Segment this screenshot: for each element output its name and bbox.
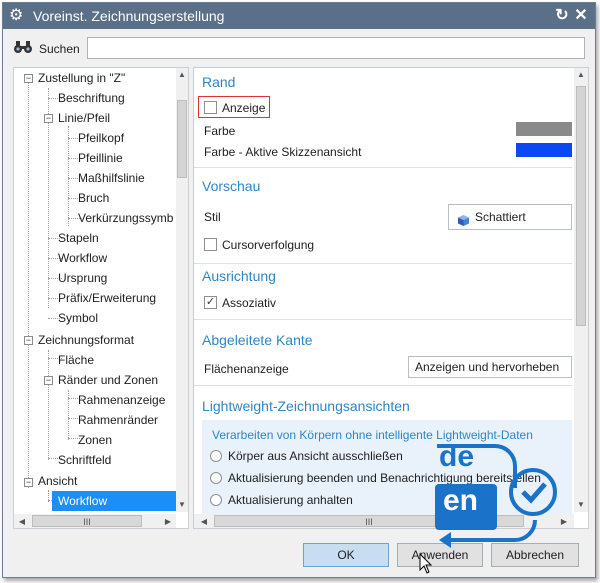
tree-item[interactable]: Zeichnungsformat [38, 330, 134, 350]
tree-item[interactable]: Fläche [58, 350, 94, 370]
search-label: Suchen [39, 42, 80, 56]
section-heading: Lightweight-Zeichnungsansichten [202, 398, 410, 414]
tree-item[interactable]: Zustellung in "Z" [38, 68, 125, 88]
radio-option[interactable] [210, 472, 222, 484]
tree-vertical-scrollbar[interactable]: ▲ ▼ [176, 68, 188, 512]
scroll-up-icon[interactable]: ▲ [176, 70, 188, 79]
flaechenanzeige-label: Flächenanzeige [204, 362, 289, 376]
gear-icon: ⚙ [9, 7, 24, 24]
radio-option[interactable] [210, 450, 222, 462]
section-abgeleitete-kante: Abgeleitete Kante Flächenanzeige Anzeige… [194, 324, 572, 386]
tree-item[interactable]: Pfeillinie [78, 148, 123, 168]
scroll-down-icon[interactable]: ▼ [575, 500, 587, 509]
tree-item[interactable]: Linie/Pfeil [58, 108, 110, 128]
radio-option-label: Aktualisierung anhalten [228, 493, 353, 507]
section-rand: Rand Anzeige Farbe Farbe - Aktive Skizze… [194, 68, 572, 168]
settings-vertical-scrollbar[interactable]: ▲ ▼ [574, 68, 588, 512]
anzeige-checkbox[interactable] [204, 101, 217, 114]
tree-item[interactable]: Workflow [58, 248, 107, 268]
scroll-thumb[interactable] [576, 86, 586, 326]
collapse-toggle[interactable]: − [24, 336, 33, 345]
anzeige-label: Anzeige [222, 101, 266, 115]
mouse-cursor-icon [419, 552, 433, 578]
scroll-left-icon[interactable]: ◀ [198, 517, 210, 526]
section-heading: Abgeleitete Kante [202, 332, 313, 348]
tree-item-selected[interactable]: Workflow [52, 491, 176, 511]
farbe-label: Farbe [204, 124, 236, 138]
scroll-down-icon[interactable]: ▼ [176, 500, 188, 509]
collapse-toggle[interactable]: − [44, 114, 53, 123]
tree-item[interactable]: Verkürzungssymb [78, 208, 173, 228]
flaechenanzeige-dropdown[interactable]: Anzeigen und hervorheben [408, 356, 572, 378]
tree-item[interactable]: Beschriftung [58, 88, 125, 108]
binoculars-icon [13, 40, 33, 57]
close-icon[interactable]: ✕ [572, 6, 590, 26]
tree-item[interactable]: Zonen [78, 430, 112, 450]
section-heading: Ausrichtung [202, 268, 276, 284]
section-heading: Vorschau [202, 178, 261, 194]
assoziativ-label: Assoziativ [222, 296, 277, 310]
tree-item[interactable]: Ränder und Zonen [58, 370, 158, 390]
farbe-aktiv-color-swatch[interactable] [516, 143, 572, 157]
reset-icon[interactable]: ↻ [553, 6, 571, 26]
tree-item[interactable]: Maßhilfslinie [78, 168, 145, 188]
tree-item[interactable]: Ursprung [58, 268, 107, 288]
radio-option-label: Körper aus Ansicht ausschließen [228, 449, 403, 463]
cursorverfolgung-label: Cursorverfolgung [222, 238, 315, 252]
badge-en: en [443, 484, 479, 517]
scroll-left-icon[interactable]: ◀ [16, 517, 28, 526]
category-tree: − − − − − Zustellung in "Z" Beschriftung… [13, 67, 189, 529]
tree-item[interactable]: Ansicht [38, 471, 77, 491]
radio-option[interactable] [210, 494, 222, 506]
scroll-thumb[interactable]: III [32, 515, 142, 527]
scroll-up-icon[interactable]: ▲ [575, 70, 587, 79]
tree-item[interactable]: Bruch [78, 188, 109, 208]
shaded-cube-icon [457, 211, 470, 229]
tree-item[interactable]: Schriftfeld [58, 450, 111, 470]
section-heading: Rand [202, 74, 236, 90]
tree-item[interactable]: Rahmenränder [78, 410, 158, 430]
tree-item[interactable]: Präfix/Erweiterung [58, 288, 156, 308]
tree-item[interactable]: Rahmenanzeige [78, 390, 165, 410]
ok-button[interactable]: OK [303, 543, 389, 567]
collapse-toggle[interactable]: − [44, 376, 53, 385]
badge-de: de [439, 440, 475, 473]
tree-item[interactable]: Symbol [58, 308, 98, 328]
cursorverfolgung-checkbox[interactable] [204, 238, 217, 251]
section-vorschau: Vorschau Stil Schattiert Cursorverfolgun… [194, 172, 572, 264]
stil-value: Schattiert [475, 210, 526, 224]
farbe-color-swatch[interactable] [516, 122, 572, 136]
search-input[interactable] [87, 37, 585, 59]
tree-item[interactable]: Stapeln [58, 228, 99, 248]
stil-label: Stil [204, 210, 221, 224]
tree-horizontal-scrollbar[interactable]: ◀ III ▶ [14, 514, 176, 528]
stil-dropdown[interactable]: Schattiert [448, 204, 572, 230]
tree-view: − − − − − Zustellung in "Z" Beschriftung… [14, 68, 176, 512]
section-ausrichtung: Ausrichtung ✓ Assoziativ [194, 268, 572, 320]
farbe-aktiv-label: Farbe - Aktive Skizzenansicht [204, 145, 362, 159]
collapse-toggle[interactable]: − [24, 478, 33, 487]
scroll-right-icon[interactable]: ▶ [162, 517, 174, 526]
assoziativ-checkbox[interactable]: ✓ [204, 296, 217, 309]
title-bar: ⚙ Voreinst. Zeichnungserstellung ↻ ✕ [3, 3, 595, 29]
tree-item[interactable]: Pfeilkopf [78, 128, 124, 148]
window-title: Voreinst. Zeichnungserstellung [33, 8, 225, 24]
translation-badge: de en [425, 440, 565, 555]
search-row: Suchen [13, 37, 589, 61]
scroll-thumb[interactable] [177, 100, 187, 178]
collapse-toggle[interactable]: − [24, 74, 33, 83]
